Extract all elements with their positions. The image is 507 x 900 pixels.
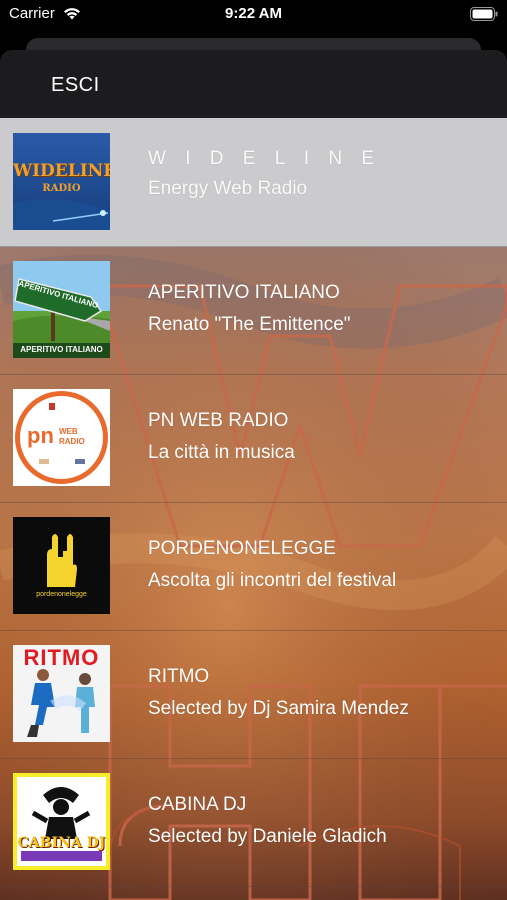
station-title: PN WEB RADIO xyxy=(148,410,289,431)
cabina-dj-logo: CABINA DJ xyxy=(13,773,110,870)
pordenonelegge-logo: pordenonelegge xyxy=(13,517,110,614)
station-title: W I D E L I N E xyxy=(148,148,382,169)
station-list[interactable]: WIDELINE RADIO W I D E L I N E Energy We… xyxy=(0,118,507,900)
station-subtitle: Energy Web Radio xyxy=(148,178,308,199)
station-title: CABINA DJ xyxy=(148,794,247,815)
ritmo-logo: RITMO xyxy=(13,645,110,742)
station-title: APERITIVO ITALIANO xyxy=(148,282,340,303)
navigation-bar: ESCI xyxy=(0,50,507,118)
station-row-wideline[interactable]: WIDELINE RADIO W I D E L I N E Energy We… xyxy=(0,118,507,247)
station-row-aperitivo-italiano[interactable]: APERITIVO ITALIANO APERITIVO ITALIANO AP… xyxy=(0,246,507,375)
pn-web-radio-logo: pn WEB RADIO xyxy=(13,389,110,486)
station-title: PORDENONELEGGE xyxy=(148,538,336,559)
cabina-dj-logo-text: CABINA DJ xyxy=(17,835,106,851)
pn-logo-sub: WEB RADIO xyxy=(59,427,85,446)
aperitivo-italiano-logo: APERITIVO ITALIANO APERITIVO ITALIANO xyxy=(13,261,110,358)
wideline-logo-sub: RADIO xyxy=(42,183,81,194)
station-subtitle: Ascolta gli incontri del festival xyxy=(148,570,397,591)
station-row-cabina-dj[interactable]: CABINA DJ CABINA DJ Selected by Daniele … xyxy=(0,758,507,887)
clock: 9:22 AM xyxy=(225,5,282,22)
wideline-logo: WIDELINE RADIO xyxy=(13,133,110,230)
station-subtitle: Selected by Daniele Gladich xyxy=(148,826,387,847)
station-subtitle: La città in musica xyxy=(148,442,295,463)
aperitivo-logo-sub: APERITIVO ITALIANO xyxy=(20,345,103,354)
station-row-pn-web-radio[interactable]: pn WEB RADIO PN WEB RADIO La città in mu… xyxy=(0,374,507,503)
wideline-logo-text: WIDELINE xyxy=(13,161,110,181)
station-row-ritmo[interactable]: RITMO RITMO Selected by Dj Samira Mendez xyxy=(0,630,507,759)
station-subtitle: Selected by Dj Samira Mendez xyxy=(148,698,409,719)
station-title: RITMO xyxy=(148,666,210,687)
status-bar: Carrier 9:22 AM xyxy=(0,0,507,30)
pordenonelegge-logo-text: pordenonelegge xyxy=(36,591,87,598)
battery-icon xyxy=(470,7,498,21)
station-subtitle: Renato "The Emittence" xyxy=(148,314,351,335)
station-row-pordenonelegge[interactable]: pordenonelegge PORDENONELEGGE Ascolta gl… xyxy=(0,502,507,631)
ritmo-logo-text: RITMO xyxy=(23,645,100,670)
pn-logo-text: pn xyxy=(27,423,54,448)
exit-button[interactable]: ESCI xyxy=(51,74,100,97)
